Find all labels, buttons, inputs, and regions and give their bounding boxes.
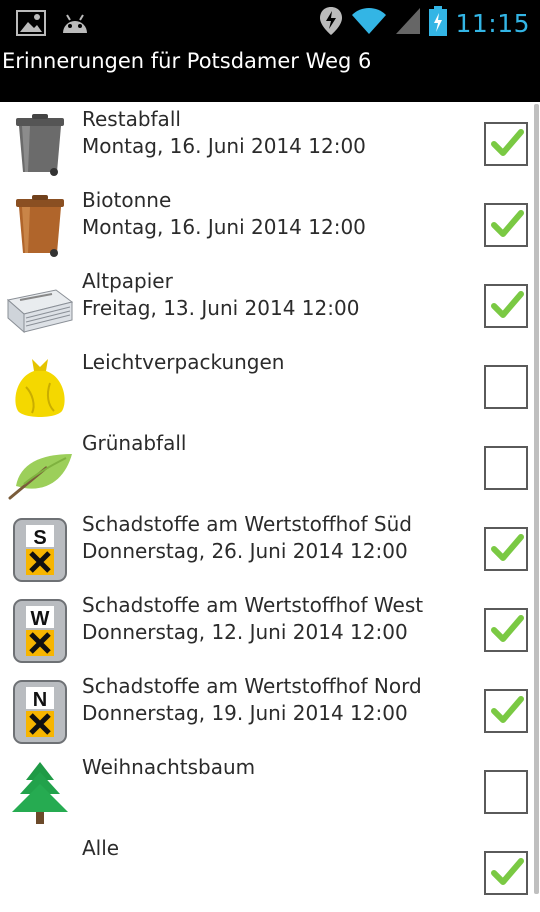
item-date: Freitag, 13. Juni 2014 12:00 [82,296,360,320]
title-bar: Erinnerungen für Potsdamer Weg 6 [0,44,540,102]
status-bar: 11:15 [0,0,540,44]
item-label: Schadstoffe am Wertstoffhof Nord [82,674,422,698]
battery-charging-icon [429,6,448,40]
reminder-checkbox[interactable] [484,527,528,571]
yellow-bag-icon [6,353,74,421]
list-item-schadstoffe-nord[interactable]: N Schadstoffe am Wertstoffhof Nord Donne… [0,669,540,750]
list-item-restabfall[interactable]: Restabfall Montag, 16. Juni 2014 12:00 [0,102,540,183]
page-title: Erinnerungen für Potsdamer Weg 6 [2,49,372,73]
item-label: Biotonne [82,188,172,212]
item-label: Restabfall [82,107,181,131]
reminder-checkbox[interactable] [484,446,528,490]
android-icon [60,11,90,39]
brown-bin-icon [6,191,74,259]
list-item-schadstoffe-sued[interactable]: S Schadstoffe am Wertstoffhof Süd Donner… [0,507,540,588]
barrel-letter: S [33,527,46,549]
checkmark-icon [491,534,524,561]
item-date: Montag, 16. Juni 2014 12:00 [82,134,366,158]
hazard-barrel-s-icon: S [6,515,74,583]
reminder-checkbox[interactable] [484,770,528,814]
newspaper-icon [6,272,74,340]
checkmark-icon [491,210,524,237]
reminder-checkbox[interactable] [484,284,528,328]
item-label: Altpapier [82,269,173,293]
clock: 11:15 [455,8,530,38]
grey-bin-icon [6,110,74,178]
item-date: Donnerstag, 26. Juni 2014 12:00 [82,539,408,563]
leaf-icon [6,434,74,502]
checkmark-icon [491,291,524,318]
reminder-checkbox[interactable] [484,203,528,247]
checkmark-icon [491,858,524,885]
list-item-schadstoffe-west[interactable]: W Schadstoffe am Wertstoffhof West Donne… [0,588,540,669]
item-date: Donnerstag, 19. Juni 2014 12:00 [82,701,408,725]
checkmark-icon [491,129,524,156]
barrel-letter: W [31,608,50,630]
item-label: Schadstoffe am Wertstoffhof West [82,593,424,617]
barrel-letter: N [33,689,47,711]
reminder-checkbox[interactable] [484,608,528,652]
picture-icon [16,10,46,40]
location-icon [319,6,343,40]
list-item-weihnachtsbaum[interactable]: Weihnachtsbaum [0,750,540,831]
reminder-checkbox[interactable] [484,365,528,409]
signal-icon [395,7,421,39]
list-item-biotonne[interactable]: Biotonne Montag, 16. Juni 2014 12:00 [0,183,540,264]
item-label: Schadstoffe am Wertstoffhof Süd [82,512,412,536]
checkmark-icon [491,696,524,723]
item-label: Grünabfall [82,431,187,455]
item-label: Leichtverpackungen [82,350,285,374]
item-date: Montag, 16. Juni 2014 12:00 [82,215,366,239]
tree-icon [6,758,74,826]
list-item-gruenabfall[interactable]: Grünabfall [0,426,540,507]
reminder-checkbox[interactable] [484,689,528,733]
reminder-checkbox[interactable] [484,122,528,166]
reminder-checkbox[interactable] [484,851,528,895]
hazard-barrel-n-icon: N [6,677,74,745]
list-item-leichtverpackungen[interactable]: Leichtverpackungen [0,345,540,426]
item-label: Weihnachtsbaum [82,755,256,779]
hazard-barrel-w-icon: W [6,596,74,664]
item-label: Alle [82,836,120,860]
list-item-altpapier[interactable]: Altpapier Freitag, 13. Juni 2014 12:00 [0,264,540,345]
checkmark-icon [491,615,524,642]
item-date: Donnerstag, 12. Juni 2014 12:00 [82,620,408,644]
scrollbar[interactable] [534,104,539,894]
wifi-icon [351,7,387,39]
